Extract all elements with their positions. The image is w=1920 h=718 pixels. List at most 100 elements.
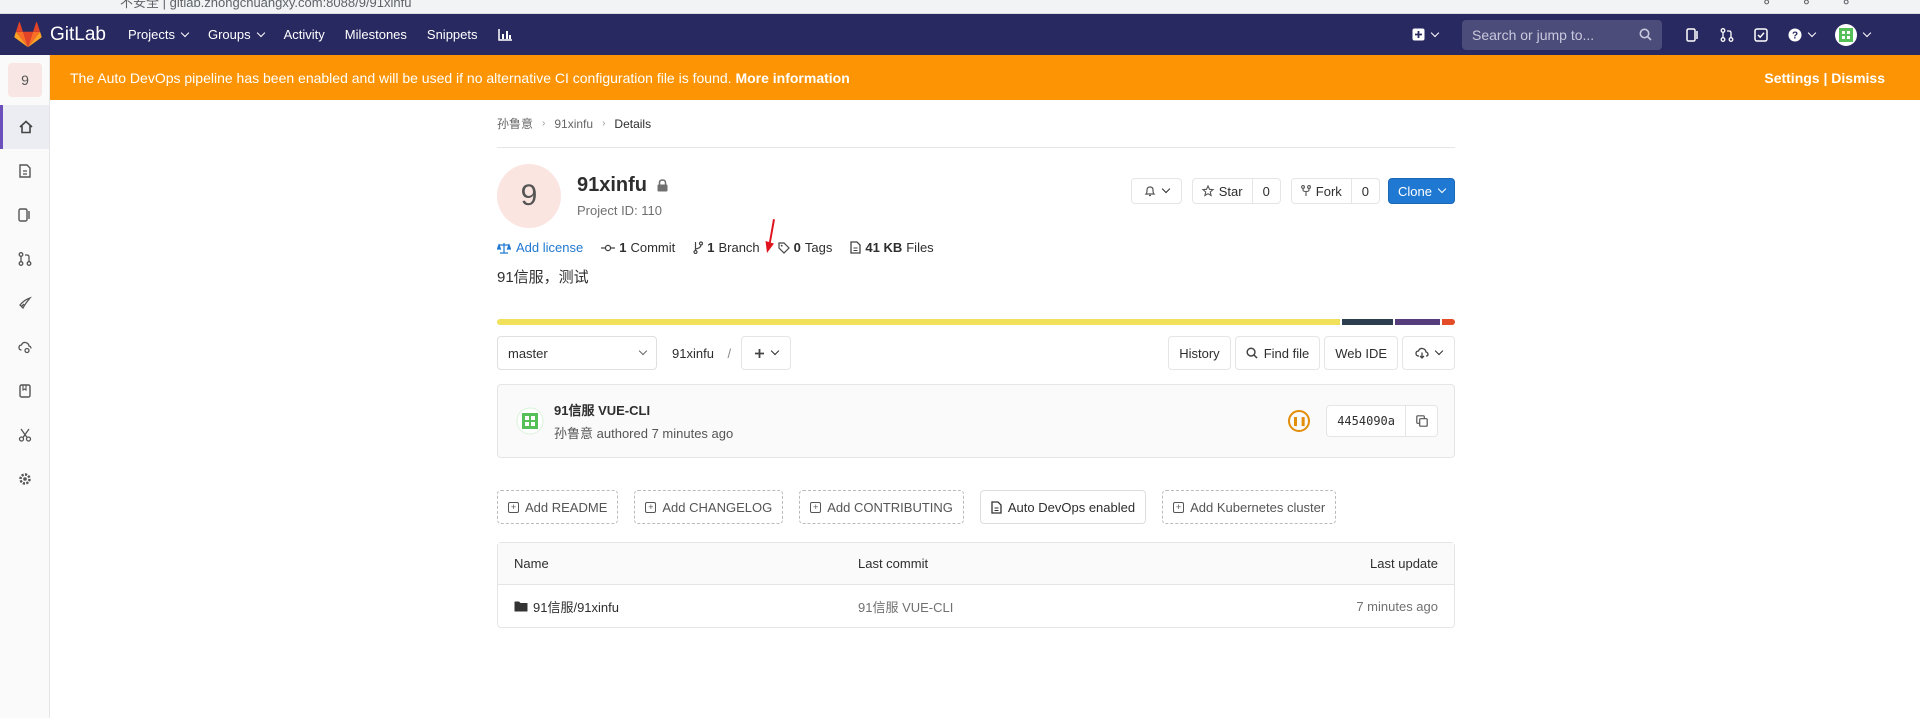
breadcrumb-current[interactable]: Details (614, 117, 651, 131)
nav-chart-icon[interactable] (497, 28, 512, 41)
commits-count: 1 (619, 240, 627, 255)
commits-label: Commit (630, 240, 676, 255)
chevron-down-icon (638, 346, 648, 356)
table-row[interactable]: 91信服/91xinfu 91信服 VUE-CLI 7 minutes ago (498, 585, 1454, 627)
sidebar-item-wiki[interactable] (0, 369, 49, 413)
add-kubernetes-button[interactable]: + Add Kubernetes cluster (1162, 490, 1337, 524)
branch-select[interactable]: master (497, 336, 657, 370)
nav-projects[interactable]: Projects (128, 27, 190, 42)
sidebar-item-project[interactable] (0, 105, 49, 149)
sidebar-item-settings[interactable] (0, 457, 49, 501)
commits-stat[interactable]: 1 Commit (601, 240, 675, 255)
help-dropdown[interactable]: ? (1788, 28, 1817, 42)
banner-divider: | (1823, 69, 1828, 86)
download-dropdown[interactable] (1402, 336, 1455, 370)
tags-stat[interactable]: 0 Tags (778, 240, 832, 255)
chevron-down-icon (1434, 346, 1444, 356)
branches-count: 1 (707, 240, 715, 255)
nav-activity[interactable]: Activity (284, 27, 325, 42)
new-item-dropdown[interactable] (1412, 28, 1440, 41)
fork-button[interactable]: Fork (1290, 178, 1352, 204)
file-last-commit[interactable]: 91信服 VUE-CLI (858, 597, 953, 616)
sidebar-item-cicd[interactable] (0, 281, 49, 325)
merge-requests-icon[interactable] (1720, 27, 1734, 42)
more-information-link[interactable]: More information (735, 70, 849, 86)
star-count[interactable]: 0 (1252, 178, 1281, 204)
nav-snippets[interactable]: Snippets (427, 27, 478, 42)
cloud-gear-icon (17, 341, 32, 354)
search-input[interactable]: Search or jump to... (1462, 19, 1662, 50)
user-menu[interactable] (1835, 23, 1872, 46)
breadcrumb-project[interactable]: 91xinfu (554, 117, 593, 131)
language-segment[interactable] (497, 319, 1341, 325)
branches-stat[interactable]: 1 Branch (693, 240, 760, 255)
browser-chrome: 不安全 | gitlab.zhongchuangxy.com:8088/9/91… (0, 0, 1920, 14)
todos-icon[interactable] (1754, 27, 1768, 42)
language-segment[interactable] (1342, 319, 1393, 325)
history-button[interactable]: History (1168, 336, 1231, 370)
gitlab-fox-icon (14, 21, 42, 47)
top-navbar: GitLab Projects Groups Activity Mileston… (0, 14, 1920, 55)
doc-icon (18, 164, 31, 178)
fork-count[interactable]: 0 (1351, 178, 1381, 204)
sidebar-item-merge-requests[interactable] (0, 237, 49, 281)
add-readme-button[interactable]: + Add README (497, 490, 619, 524)
commit-sha[interactable]: 4454090a (1326, 405, 1406, 437)
repository-languages-bar[interactable] (497, 319, 1455, 325)
banner-actions: Settings | Dismiss (1764, 70, 1885, 86)
commit-title[interactable]: 91信服 VUE-CLI (554, 400, 733, 419)
find-file-button[interactable]: Find file (1234, 336, 1321, 370)
clone-button[interactable]: Clone (1388, 178, 1455, 204)
add-license-link[interactable]: Add license (497, 240, 583, 255)
banner-text: The Auto DevOps pipeline has been enable… (70, 69, 732, 86)
add-kubernetes-label: Add Kubernetes cluster (1190, 499, 1326, 515)
fork-label: Fork (1315, 183, 1342, 199)
sidebar-item-repository[interactable] (0, 149, 49, 193)
tag-icon (778, 241, 790, 254)
chevron-right-icon: › (542, 118, 546, 129)
issues-icon[interactable] (1686, 27, 1700, 42)
chevron-down-icon (256, 28, 265, 37)
address-bar[interactable]: 不安全 | gitlab.zhongchuangxy.com:8088/9/91… (120, 0, 411, 11)
scissors-icon (18, 428, 31, 442)
pipeline-paused-icon[interactable]: ❚❚ (1288, 410, 1311, 432)
web-ide-button[interactable]: Web IDE (1324, 336, 1398, 370)
banner-settings-link[interactable]: Settings (1764, 70, 1819, 86)
navbar-right: Search or jump to... ? (1402, 14, 1880, 55)
gitlab-logo[interactable]: GitLab (14, 21, 106, 48)
sidebar-item-issues[interactable] (0, 193, 49, 237)
add-to-tree-dropdown[interactable] (741, 336, 792, 370)
commit-author[interactable]: 孙鲁意 (554, 426, 593, 441)
search-placeholder: Search or jump to... (1472, 26, 1595, 43)
home-icon (19, 120, 33, 134)
files-stat[interactable]: 41 KB Files (850, 240, 934, 255)
nav-groups[interactable]: Groups (208, 27, 265, 42)
project-page: 孙鲁意 › 91xinfu › Details 9 91xinfu Projec… (497, 100, 1455, 628)
sidebar-item-snippets[interactable] (0, 413, 49, 457)
copy-sha-button[interactable] (1406, 405, 1438, 437)
chevron-right-icon: › (602, 118, 606, 129)
project-avatar: 9 (497, 164, 561, 228)
sidebar-item-operations[interactable] (0, 325, 49, 369)
tree-path-root[interactable]: 91xinfu (672, 346, 714, 361)
language-segment[interactable] (1394, 319, 1440, 325)
branches-label: Branch (718, 240, 760, 255)
sidebar-project-avatar[interactable]: 9 (8, 63, 42, 97)
auto-devops-button[interactable]: Auto DevOps enabled (979, 490, 1147, 524)
notification-dropdown[interactable] (1130, 178, 1182, 204)
add-changelog-button[interactable]: + Add CHANGELOG (634, 490, 784, 524)
add-license-label: Add license (516, 240, 584, 255)
nav-milestones[interactable]: Milestones (345, 27, 407, 42)
fork-icon (1300, 185, 1311, 196)
language-segment[interactable] (1441, 319, 1455, 325)
user-avatar (1835, 23, 1857, 46)
commit-author-avatar[interactable] (516, 407, 544, 435)
tree-path: 91xinfu / (672, 346, 741, 361)
star-button[interactable]: Star (1191, 178, 1253, 204)
file-name[interactable]: 91信服/91xinfu (533, 597, 619, 616)
banner-dismiss-link[interactable]: Dismiss (1831, 70, 1885, 86)
chevron-down-icon (1161, 184, 1170, 194)
breadcrumb-owner[interactable]: 孙鲁意 (497, 115, 533, 132)
chevron-down-icon (1862, 28, 1872, 37)
add-contributing-button[interactable]: + Add CONTRIBUTING (799, 490, 964, 524)
